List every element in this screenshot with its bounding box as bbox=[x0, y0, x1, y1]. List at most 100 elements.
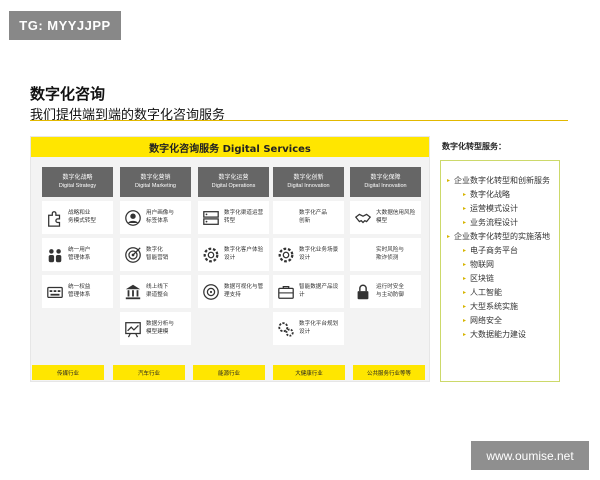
side-item-label: 物联网 bbox=[470, 260, 495, 269]
bullet-icon: ▸ bbox=[463, 219, 467, 226]
side-section: ▸ 企业数字化转型的实施落地 bbox=[447, 231, 550, 242]
service-cell-label: 数字化 智能营销 bbox=[146, 246, 169, 261]
bullet-icon: ▸ bbox=[463, 289, 467, 296]
blank-icon bbox=[353, 245, 373, 265]
service-column: 数字化运营 Digital Operations 数字化渠道运营 转型 数字化客户体验… bbox=[198, 167, 269, 308]
column-header: 数字化战略 Digital Strategy bbox=[42, 167, 113, 197]
service-column: 数字化战略 Digital Strategy 战略和业 务模式转型 统一用户 管理体系… bbox=[42, 167, 113, 308]
service-cell: 统一用户 管理体系 bbox=[42, 238, 113, 271]
cogs-icon bbox=[276, 319, 296, 339]
panel-header: 数字化咨询服务 Digital Services bbox=[31, 137, 429, 157]
side-item-label: 区块链 bbox=[470, 274, 495, 283]
service-cell-label: 数字化渠道运营 转型 bbox=[224, 209, 264, 224]
blank-icon bbox=[276, 208, 296, 228]
service-column: 数字化营销 Digital Marketing 用户画像与 标签体系 数字化 智能营销… bbox=[120, 167, 191, 345]
service-column: 数字化创新 Digital Innovation 数字化产品 创新 数字化业务场景 设… bbox=[273, 167, 344, 345]
side-item: ▸ 数字化战略 bbox=[463, 189, 510, 200]
column-header: 数字化创新 Digital Innovation bbox=[273, 167, 344, 197]
briefcase-icon bbox=[276, 282, 296, 302]
disc-icon bbox=[201, 282, 221, 302]
service-cell: 数据可视化与管 理支持 bbox=[198, 275, 269, 308]
bullet-icon: ▸ bbox=[447, 233, 451, 240]
side-item-label: 电子商务平台 bbox=[470, 246, 519, 255]
service-cell-label: 战略和业 务模式转型 bbox=[68, 209, 96, 224]
service-cell-label: 用户画像与 标签体系 bbox=[146, 209, 174, 224]
bullet-icon: ▸ bbox=[463, 247, 467, 254]
keyboard-icon bbox=[45, 282, 65, 302]
side-item-label: 企业数字化转型和创新服务 bbox=[454, 176, 551, 185]
service-cell: 战略和业 务模式转型 bbox=[42, 201, 113, 234]
bullet-icon: ▸ bbox=[463, 261, 467, 268]
service-cell: 运行时安全 与主动防御 bbox=[350, 275, 421, 308]
service-cell: 数字化客户体验 设计 bbox=[198, 238, 269, 271]
service-cell-label: 线上线下 渠道整合 bbox=[146, 283, 169, 298]
service-cell: 用户画像与 标签体系 bbox=[120, 201, 191, 234]
services-panel: 数字化咨询服务 Digital Services 数字化战略 Digital St… bbox=[30, 136, 430, 382]
column-title-en: Digital Innovation bbox=[364, 183, 407, 190]
bullet-icon: ▸ bbox=[463, 317, 467, 324]
side-item: ▸ 业务流程设计 bbox=[463, 217, 518, 228]
service-cell: 数字化平台规划 设计 bbox=[273, 312, 344, 345]
industry-tag: 能源行业 bbox=[193, 365, 265, 380]
service-cell-label: 运行时安全 与主动防御 bbox=[376, 283, 404, 298]
people-icon bbox=[45, 245, 65, 265]
server-icon bbox=[201, 208, 221, 228]
side-item-label: 数字化战略 bbox=[470, 190, 511, 199]
service-cell: 数字化业务场景 设计 bbox=[273, 238, 344, 271]
lock-icon bbox=[353, 282, 373, 302]
service-cell-label: 数字化产品 创新 bbox=[299, 209, 327, 224]
chart-board-icon bbox=[123, 319, 143, 339]
side-item: ▸ 区块链 bbox=[463, 273, 494, 284]
side-title: 数字化转型服务： bbox=[442, 142, 506, 151]
side-item-label: 大数据能力建设 bbox=[470, 330, 527, 339]
service-cell: 数字化渠道运营 转型 bbox=[198, 201, 269, 234]
side-item-label: 网络安全 bbox=[470, 316, 503, 325]
bullet-icon: ▸ bbox=[463, 275, 467, 282]
industry-tag: 汽车行业 bbox=[113, 365, 185, 380]
title-divider bbox=[30, 120, 568, 121]
side-item: ▸ 大型系统实施 bbox=[463, 301, 518, 312]
user-profile-icon bbox=[123, 208, 143, 228]
side-list-box: ▸ 企业数字化转型和创新服务 ▸ 数字化战略 ▸ 运营模式设计 ▸ 业务流程设计 ▸ 企业数字化转… bbox=[440, 160, 560, 382]
bullet-icon: ▸ bbox=[463, 205, 467, 212]
side-item-label: 企业数字化转型的实施落地 bbox=[454, 232, 551, 241]
service-cell-label: 智能数据产品设 计 bbox=[299, 283, 339, 298]
side-item-label: 大型系统实施 bbox=[470, 302, 519, 311]
column-title: 数字化保障 bbox=[370, 174, 401, 182]
column-title-en: Digital Innovation bbox=[287, 183, 330, 190]
side-item: ▸ 大数据能力建设 bbox=[463, 329, 526, 340]
bullet-icon: ▸ bbox=[463, 303, 467, 310]
target-icon bbox=[123, 245, 143, 265]
column-title: 数字化创新 bbox=[293, 174, 324, 182]
service-cell-label: 数字化客户体验 设计 bbox=[224, 246, 264, 261]
column-title-en: Digital Strategy bbox=[58, 183, 97, 190]
bank-icon bbox=[123, 282, 143, 302]
side-section: ▸ 企业数字化转型和创新服务 bbox=[447, 175, 550, 186]
side-item-label: 人工智能 bbox=[470, 288, 503, 297]
service-cell-label: 数字化平台规划 设计 bbox=[299, 320, 339, 335]
service-cell-label: 数字化业务场景 设计 bbox=[299, 246, 339, 261]
side-item: ▸ 电子商务平台 bbox=[463, 245, 518, 256]
service-cell-label: 统一用户 管理体系 bbox=[68, 246, 91, 261]
column-header: 数字化保障 Digital Innovation bbox=[350, 167, 421, 197]
service-cell: 数字化产品 创新 bbox=[273, 201, 344, 234]
service-cell: 实时风险与 欺诈侦测 bbox=[350, 238, 421, 271]
industry-tag: 传媒行业 bbox=[32, 365, 104, 380]
tg-badge: TG: MYYJJPP bbox=[9, 11, 121, 40]
service-cell-label: 实时风险与 欺诈侦测 bbox=[376, 246, 404, 261]
service-cell-label: 数据分析与 模型建模 bbox=[146, 320, 174, 335]
column-title: 数字化营销 bbox=[140, 174, 171, 182]
service-cell: 智能数据产品设 计 bbox=[273, 275, 344, 308]
service-cell: 大数据信用风险 模型 bbox=[350, 201, 421, 234]
service-cell: 线上线下 渠道整合 bbox=[120, 275, 191, 308]
side-item: ▸ 网络安全 bbox=[463, 315, 502, 326]
column-header: 数字化营销 Digital Marketing bbox=[120, 167, 191, 197]
column-title-en: Digital Operations bbox=[211, 183, 256, 190]
column-title: 数字化战略 bbox=[62, 174, 93, 182]
page-title: 数字化咨询 bbox=[30, 85, 106, 103]
service-column: 数字化保障 Digital Innovation 大数据信用风险 模型实时风险与 欺… bbox=[350, 167, 421, 308]
column-title-en: Digital Marketing bbox=[135, 183, 176, 190]
side-item-label: 运营模式设计 bbox=[470, 204, 519, 213]
settings-cog-icon bbox=[276, 245, 296, 265]
side-item: ▸ 人工智能 bbox=[463, 287, 502, 298]
